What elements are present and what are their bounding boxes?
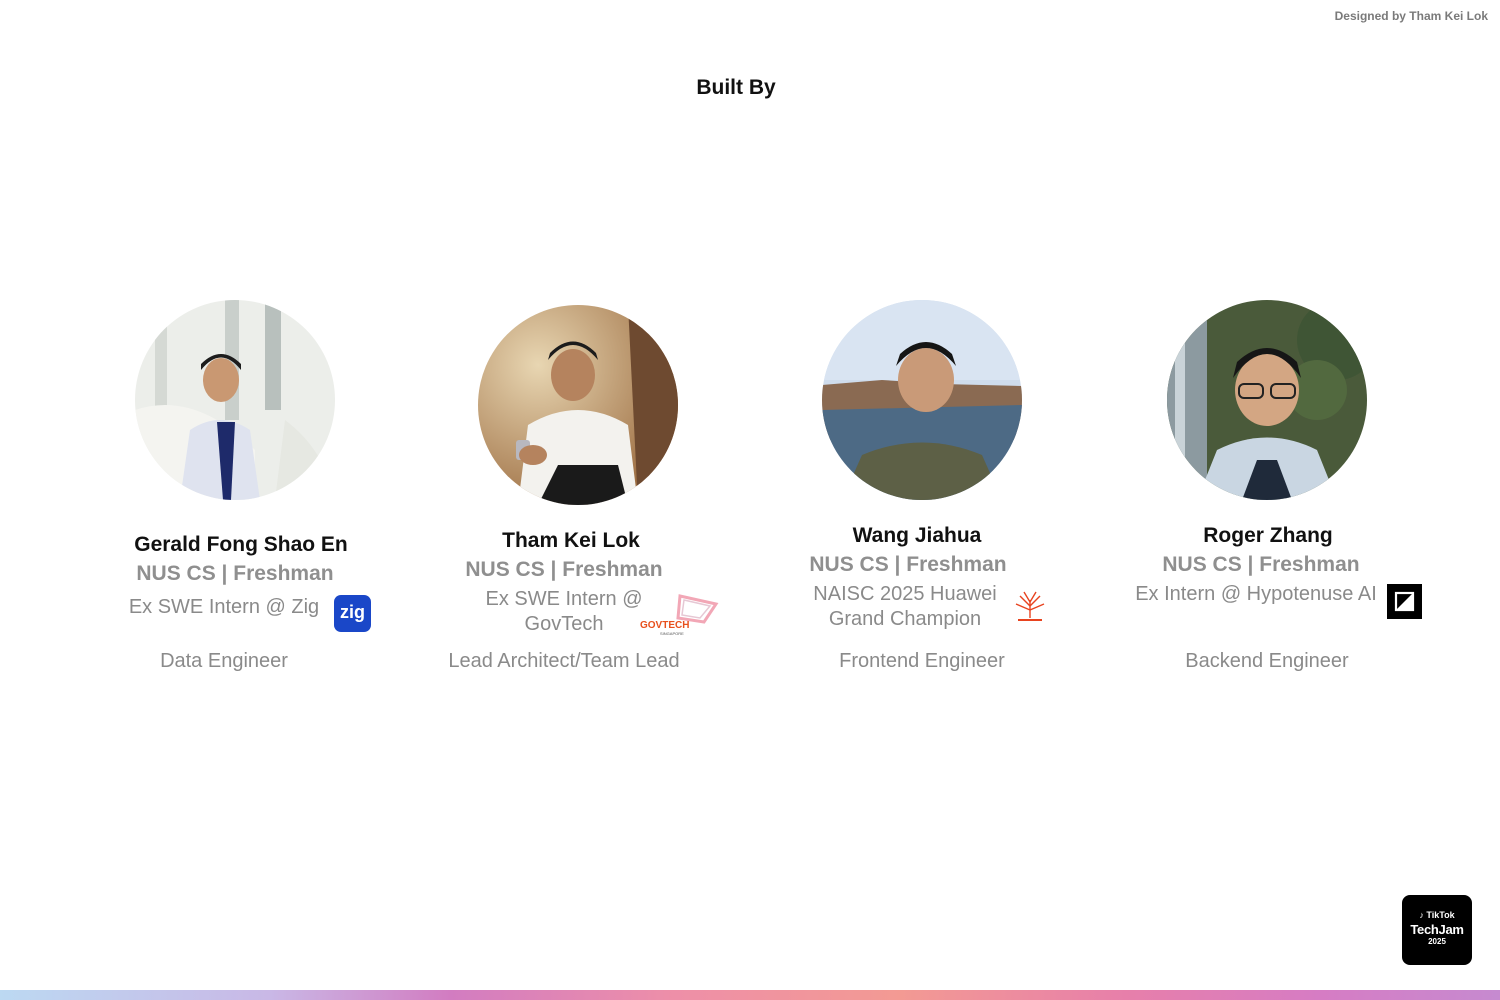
tiktok-brand: TikTok	[1426, 910, 1455, 920]
gradient-footer-bar	[0, 990, 1500, 1000]
designer-credit: Designed by Tham Kei Lok	[1334, 9, 1488, 23]
zig-logo-icon: zig	[334, 595, 371, 632]
govtech-logo-icon: GOVTECH SINGAPORE	[638, 592, 722, 638]
avatar-photo	[822, 300, 1022, 500]
member-role: Backend Engineer	[1185, 650, 1349, 672]
member-role: Lead Architect/Team Lead	[448, 650, 680, 672]
member-school: NUS CS | Freshman	[809, 553, 1007, 576]
govtech-logo-label: GOVTECH	[640, 620, 690, 631]
member-school: NUS CS | Freshman	[465, 558, 663, 581]
member-name: Gerald Fong Shao En	[134, 533, 348, 556]
member-experience: Ex SWE Intern @ Zig	[128, 596, 320, 618]
hypotenuse-mark-icon	[1394, 591, 1415, 612]
member-experience: Ex Intern @ Hypotenuse AI	[1135, 583, 1377, 605]
hypotenuse-logo-icon	[1387, 584, 1422, 619]
avatar-photo	[135, 300, 335, 500]
member-experience: NAISC 2025 Huawei Grand Champion	[813, 583, 997, 630]
avatar	[478, 305, 678, 505]
huawei-tree-icon	[1015, 591, 1045, 621]
member-name: Tham Kei Lok	[502, 529, 640, 552]
govtech-logo-sublabel: SINGAPORE	[660, 631, 684, 636]
member-name: Roger Zhang	[1203, 524, 1333, 547]
member-experience: Ex SWE Intern @ GovTech	[485, 588, 643, 635]
huawei-cup-logo-icon	[1012, 588, 1048, 624]
tiktok-label: ♪ TikTok	[1419, 910, 1455, 920]
techjam-label: TechJam	[1410, 922, 1464, 937]
zig-logo-label: zig	[340, 602, 365, 622]
member-name: Wang Jiahua	[852, 524, 982, 547]
avatar-photo	[1167, 300, 1367, 500]
avatar	[135, 300, 335, 500]
member-role: Frontend Engineer	[839, 650, 1005, 672]
avatar	[822, 300, 1022, 500]
member-school: NUS CS | Freshman	[136, 562, 334, 585]
techjam-badge: ♪ TikTok TechJam 2025	[1402, 895, 1472, 965]
avatar	[1167, 300, 1367, 500]
member-role: Data Engineer	[160, 650, 288, 672]
techjam-year: 2025	[1428, 937, 1446, 946]
member-school: NUS CS | Freshman	[1162, 553, 1360, 576]
page-title: Built By	[696, 76, 776, 99]
avatar-photo	[478, 305, 678, 505]
